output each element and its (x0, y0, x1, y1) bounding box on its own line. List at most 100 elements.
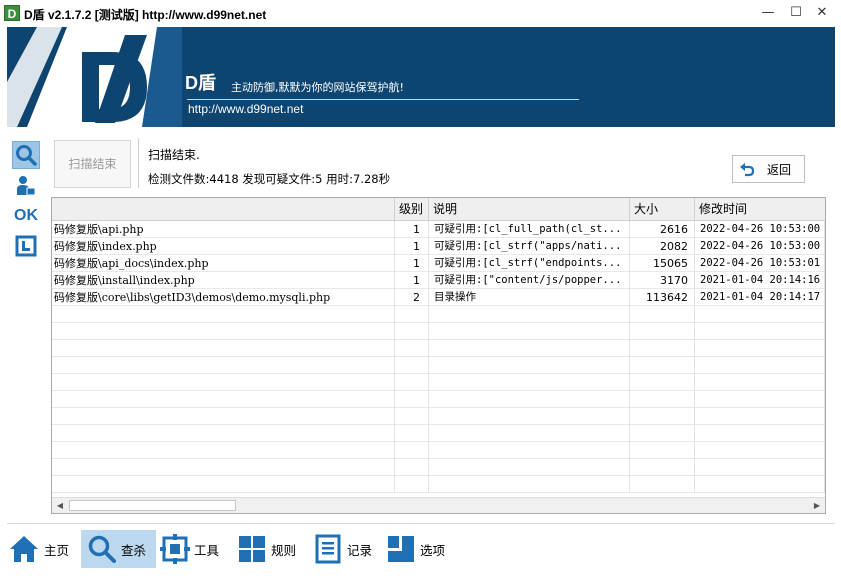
empty-table-row[interactable] (52, 323, 825, 340)
empty-table-row[interactable] (52, 408, 825, 425)
search-icon (88, 535, 116, 563)
cell-size (630, 459, 695, 476)
rules-icon (239, 536, 265, 562)
cell-description (429, 374, 630, 391)
cell-size (630, 374, 695, 391)
cell-path: 码修复版\install\index.php (52, 272, 395, 289)
cell-size (630, 357, 695, 374)
empty-table-row[interactable] (52, 442, 825, 459)
empty-table-row[interactable] (52, 357, 825, 374)
empty-table-row[interactable] (52, 476, 825, 493)
cell-path (52, 340, 395, 357)
cell-level: 1 (395, 238, 429, 255)
empty-table-row[interactable] (52, 306, 825, 323)
cell-description (429, 425, 630, 442)
column-header-mtime[interactable]: 修改时间 (695, 198, 825, 221)
cell-description: 可疑引用:["content/js/popper... (429, 272, 630, 289)
banner-slogan: 主动防御,默默为你的网站保驾护航! (231, 81, 404, 94)
cell-description: 可疑引用:[cl_full_path(cl_st... (429, 221, 630, 238)
scan-button[interactable]: 扫描结束 (54, 140, 131, 188)
cell-level (395, 442, 429, 459)
table-row[interactable]: 码修复版\core\libs\getID3\demos\demo.mysqli.… (52, 289, 825, 306)
empty-table-row[interactable] (52, 425, 825, 442)
nav-rules[interactable]: 规则 (237, 530, 303, 568)
table-row[interactable]: 码修复版\index.php 1 可疑引用:[cl_strf("apps/nati.… (52, 238, 825, 255)
cell-description: 可疑引用:[cl_strf("apps/nati... (429, 238, 630, 255)
cell-path (52, 442, 395, 459)
user-scan-icon (17, 176, 36, 196)
nav-options[interactable]: 选项 (386, 530, 452, 568)
cell-level: 1 (395, 272, 429, 289)
cell-level (395, 357, 429, 374)
cell-path (52, 391, 395, 408)
cell-path (52, 425, 395, 442)
options-icon (388, 536, 414, 562)
empty-table-row[interactable] (52, 391, 825, 408)
table-header: 级别 说明 大小 修改时间 (52, 198, 825, 221)
cell-size: 2082 (630, 238, 695, 255)
close-icon[interactable]: ✕ (812, 4, 832, 22)
cell-description (429, 391, 630, 408)
cell-description (429, 357, 630, 374)
app-logo-icon: D (4, 5, 20, 21)
scan-status: 扫描结束. (148, 148, 200, 162)
tools-icon (160, 534, 190, 564)
cell-level: 1 (395, 221, 429, 238)
empty-table-row[interactable] (52, 340, 825, 357)
cell-path (52, 374, 395, 391)
cell-level (395, 476, 429, 493)
banner-brand: D盾 (185, 73, 216, 93)
cell-level (395, 425, 429, 442)
cell-description (429, 442, 630, 459)
scroll-left-icon[interactable]: ◀ (52, 498, 68, 513)
cell-description (429, 306, 630, 323)
nav-scan[interactable]: 查杀 (81, 530, 156, 568)
column-header-size[interactable]: 大小 (630, 198, 695, 221)
nav-options-label: 选项 (420, 542, 446, 558)
table-row[interactable]: 码修复版\api.php 1 可疑引用:[cl_full_path(cl_st...… (52, 221, 825, 238)
ok-icon[interactable]: OK (12, 202, 40, 230)
column-header-path[interactable] (52, 198, 395, 221)
column-header-level[interactable]: 级别 (395, 198, 429, 221)
rail-search-button[interactable] (12, 141, 40, 169)
cell-path: 码修复版\index.php (52, 238, 395, 255)
cell-description (429, 408, 630, 425)
cell-description: 可疑引用:[cl_strf("endpoints... (429, 255, 630, 272)
cell-size (630, 442, 695, 459)
column-header-description[interactable]: 说明 (429, 198, 630, 221)
scroll-right-icon[interactable]: ▶ (809, 498, 825, 513)
nav-log[interactable]: 记录 (313, 530, 379, 568)
home-icon (10, 536, 38, 562)
rail-frame-button[interactable] (12, 232, 40, 260)
nav-tools[interactable]: 工具 (160, 530, 226, 568)
nav-log-label: 记录 (347, 542, 373, 558)
cell-description (429, 476, 630, 493)
table-row[interactable]: 码修复版\api_docs\index.php 1 可疑引用:[cl_strf("e… (52, 255, 825, 272)
cell-mtime (695, 340, 825, 357)
maximize-icon[interactable]: ☐ (786, 4, 806, 22)
cell-size: 3170 (630, 272, 695, 289)
horizontal-scrollbar[interactable]: ◀ ▶ (52, 497, 825, 513)
empty-table-row[interactable] (52, 374, 825, 391)
title-bar: D D盾 v2.1.7.2 [测试版] http://www.d99net.ne… (0, 0, 841, 27)
bottom-divider (7, 523, 835, 524)
cell-mtime (695, 408, 825, 425)
empty-table-row[interactable] (52, 459, 825, 476)
minimize-icon[interactable]: — (758, 4, 778, 22)
cell-path: 码修复版\api.php (52, 221, 395, 238)
scrollbar-thumb[interactable] (69, 500, 236, 511)
cell-size: 15065 (630, 255, 695, 272)
cell-mtime (695, 374, 825, 391)
nav-home[interactable]: 主页 (8, 530, 74, 568)
nav-home-label: 主页 (44, 542, 70, 558)
back-button[interactable]: 返回 (732, 155, 805, 183)
panel-divider (138, 138, 139, 188)
rail-user-scan-button[interactable] (12, 172, 40, 200)
banner-divider (187, 99, 579, 100)
undo-icon (740, 163, 755, 177)
table-row[interactable]: 码修复版\install\index.php 1 可疑引用:["content/js… (52, 272, 825, 289)
back-button-label: 返回 (767, 162, 792, 177)
cell-size: 2616 (630, 221, 695, 238)
results-table[interactable]: 级别 说明 大小 修改时间 码修复版\api.php 1 可疑引用:[cl_full… (51, 197, 826, 514)
cell-size (630, 408, 695, 425)
